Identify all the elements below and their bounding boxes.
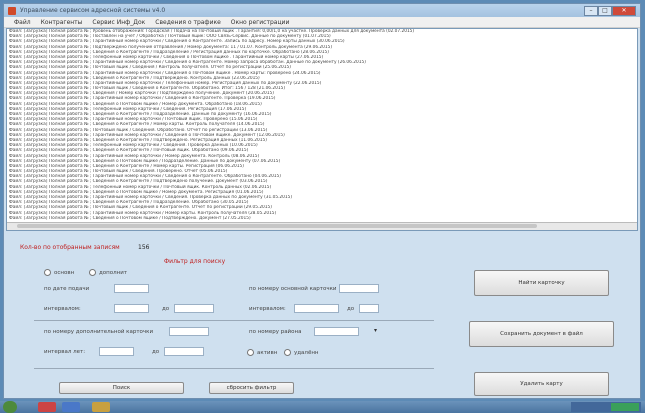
- horizontal-scrollbar[interactable]: [7, 222, 637, 230]
- radio-main[interactable]: основн: [44, 269, 74, 276]
- separator: [34, 368, 434, 369]
- scrollbar-thumb[interactable]: [17, 224, 537, 228]
- taskbar: [0, 401, 645, 413]
- extra-range-to-label: до: [152, 349, 160, 355]
- start-button[interactable]: [3, 401, 17, 413]
- district-select[interactable]: [314, 327, 359, 336]
- taskbar-app-icon[interactable]: [38, 402, 56, 412]
- range-to-input[interactable]: [174, 304, 214, 313]
- separator: [34, 320, 434, 321]
- radio-main-label: основн: [54, 269, 75, 276]
- menu-file[interactable]: Файл: [14, 19, 31, 26]
- radio-circle[interactable]: [284, 349, 291, 356]
- records-count-label: Кол-во по отобранным записям: [20, 244, 120, 251]
- range2-from-input[interactable]: [294, 304, 339, 313]
- window-controls: – □ ✕: [584, 5, 636, 16]
- maximize-button[interactable]: □: [598, 5, 612, 16]
- card-input[interactable]: [339, 284, 379, 293]
- filter-title: Фильтр для поиску: [164, 258, 226, 265]
- taskbar-word-icon[interactable]: [62, 402, 80, 412]
- title-bar[interactable]: Управление сервисом адресной системы v4.…: [4, 4, 640, 17]
- extra-range-to-input[interactable]: [164, 347, 204, 356]
- app-icon: [8, 6, 16, 15]
- reset-filter-button[interactable]: сбросить фильтр: [209, 382, 294, 394]
- range-to-label: до: [162, 306, 170, 312]
- radio-circle[interactable]: [247, 349, 254, 356]
- find-card-button[interactable]: Найти карточку: [474, 270, 609, 296]
- radio-extra[interactable]: дополнит: [89, 269, 127, 276]
- close-button[interactable]: ✕: [612, 5, 636, 16]
- extra-range-label: интервал лет:: [44, 349, 86, 355]
- range2-to-label: до: [347, 306, 355, 312]
- minimize-button[interactable]: –: [584, 5, 598, 16]
- menu-bar: Файл Контрагенты Сервис Инф_Док Сведения…: [4, 17, 640, 28]
- radio-active-label: активн: [257, 349, 278, 356]
- menu-registration[interactable]: Окно регистрации: [231, 19, 290, 26]
- radio-circle[interactable]: [44, 269, 51, 276]
- district-label: по номеру района: [249, 329, 302, 335]
- menu-contractors[interactable]: Контрагенты: [41, 19, 83, 26]
- menu-service[interactable]: Сервис Инф_Док: [92, 19, 145, 26]
- chevron-down-icon[interactable]: ▾: [374, 327, 377, 334]
- range2-to-input[interactable]: [359, 304, 379, 313]
- main-window: Управление сервисом адресной системы v4.…: [3, 3, 641, 399]
- log-line[interactable]: Файл: [Загрузка] Полная работа № ; Сведе…: [7, 216, 637, 221]
- menu-traffic[interactable]: Сведения о трафике: [155, 19, 221, 26]
- radio-circle[interactable]: [89, 269, 96, 276]
- export-document-button[interactable]: Сохранить документ в файл: [469, 321, 614, 347]
- radio-deleted[interactable]: удалённ: [284, 349, 319, 356]
- range-from-input[interactable]: [114, 304, 149, 313]
- delete-card-button[interactable]: Удалить карту: [474, 372, 609, 396]
- extra-card-input[interactable]: [169, 327, 209, 336]
- window-title: Управление сервисом адресной системы v4.…: [20, 7, 166, 14]
- radio-deleted-label: удалённ: [294, 349, 319, 356]
- tray-clock[interactable]: [611, 403, 639, 411]
- radio-active[interactable]: активн: [247, 349, 277, 356]
- extra-range-from-input[interactable]: [99, 347, 134, 356]
- range2-from-label: интервалом:: [249, 306, 286, 312]
- extra-card-label: по номеру дополнительной карточки: [44, 329, 154, 335]
- range-from-label: интервалом:: [44, 306, 81, 312]
- date-input[interactable]: [114, 284, 149, 293]
- log-list[interactable]: Файл: [Загрузка] Полная работа № ; Урове…: [6, 28, 638, 231]
- date-label: по дате подачи: [44, 286, 90, 292]
- taskbar-folder-icon[interactable]: [92, 402, 110, 412]
- card-label: по номеру основной карточки: [249, 286, 337, 292]
- search-button[interactable]: Поиск: [59, 382, 184, 394]
- radio-extra-label: дополнит: [99, 269, 128, 276]
- records-count-value: 156: [138, 244, 150, 251]
